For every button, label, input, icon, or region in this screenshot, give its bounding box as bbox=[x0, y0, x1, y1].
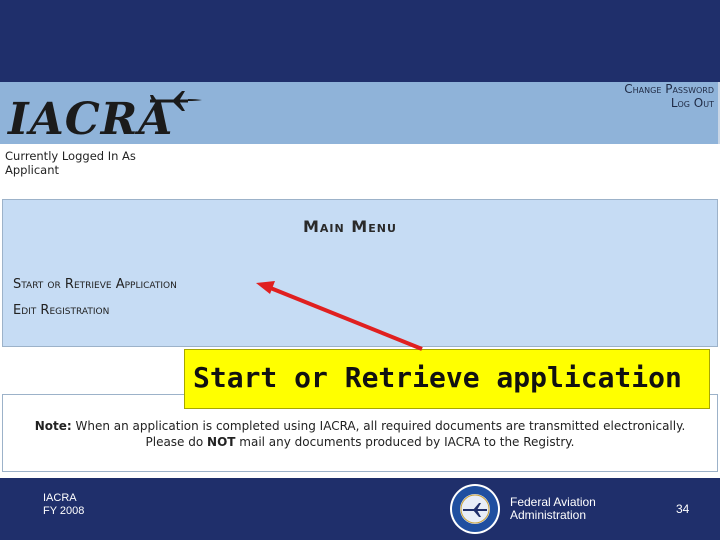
main-menu-title: Main Menu bbox=[303, 217, 397, 236]
footer-fy: FY 2008 bbox=[43, 505, 85, 517]
callout-text: Start or Retrieve application bbox=[193, 361, 682, 394]
change-password-link[interactable]: Change Password bbox=[624, 82, 714, 96]
start-or-retrieve-application-link[interactable]: Start or Retrieve Application bbox=[13, 277, 177, 292]
header-links: Change Password Log Out bbox=[624, 82, 714, 110]
footer-iacra: IACRA bbox=[43, 492, 77, 504]
faa-name: Federal Aviation Administration bbox=[510, 496, 596, 522]
callout-box: Start or Retrieve application bbox=[184, 349, 710, 409]
note-label: Note: bbox=[34, 419, 72, 433]
main-menu-panel: Main Menu Start or Retrieve Application … bbox=[2, 199, 718, 347]
logged-in-label: Currently Logged In As bbox=[5, 149, 136, 163]
logged-in-role: Applicant bbox=[5, 163, 60, 177]
faa-line2: Administration bbox=[510, 508, 587, 522]
note-line2-pre: Please do bbox=[145, 435, 208, 449]
note-line1: When an application is completed using I… bbox=[75, 419, 686, 433]
iacra-logo: IACRA bbox=[8, 91, 202, 145]
faa-seal-icon bbox=[450, 484, 500, 534]
top-banner bbox=[0, 0, 720, 82]
log-out-link[interactable]: Log Out bbox=[624, 96, 714, 110]
edit-registration-link[interactable]: Edit Registration bbox=[13, 303, 109, 318]
footer-left: IACRA FY 2008 bbox=[43, 492, 84, 518]
note-text: Note: When an application is completed u… bbox=[3, 418, 717, 450]
airplane-icon bbox=[150, 91, 202, 111]
note-line2-post: mail any documents produced by IACRA to … bbox=[235, 435, 575, 449]
logged-in-status: Currently Logged In As Applicant bbox=[5, 149, 136, 177]
page-number: 34 bbox=[676, 502, 690, 516]
note-line2-bold: NOT bbox=[207, 435, 236, 449]
footer-bar: IACRA FY 2008 Federal Aviation Administr… bbox=[0, 478, 720, 540]
